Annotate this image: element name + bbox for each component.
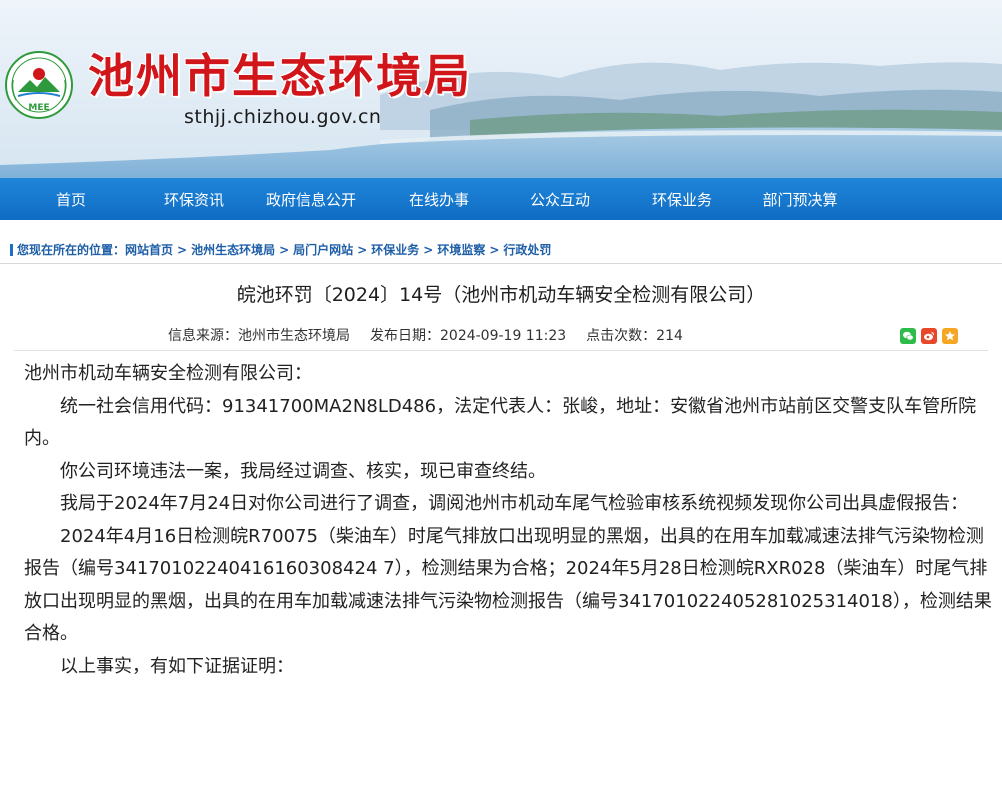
meta-divider (14, 350, 988, 351)
nav-item-gov-info[interactable]: 政府信息公开 (246, 189, 376, 210)
paragraph-addressee: 池州市机动车辆安全检测有限公司： (24, 363, 312, 384)
share-buttons (900, 328, 958, 344)
article-title: 皖池环罚〔2024〕14号（池州市机动车辆安全检测有限公司） (236, 284, 766, 306)
weibo-icon[interactable] (921, 328, 937, 344)
site-header: MEE 池州市生态环境局 sthjj.chizhou.gov.cn (0, 0, 1002, 178)
mee-logo: MEE (5, 51, 73, 119)
meta-date: 发布日期：2024-09-19 11:23 (370, 328, 567, 344)
breadcrumb-separator: > (423, 242, 434, 257)
breadcrumb: 您现在所在的位置： 网站首页 > 池州生态环境局 > 局门户网站 > 环保业务 … (0, 236, 1002, 264)
paragraph-case-closed: 你公司环境违法一案，我局经过调查、核实，现已审查终结。 (60, 460, 546, 482)
main-nav: 首页 环保资讯 政府信息公开 在线办事 公众互动 环保业务 部门预决算 (0, 178, 1002, 220)
nav-item-home[interactable]: 首页 (0, 189, 142, 210)
paragraph-investigation: 我局于2024年7月24日对你公司进行了调查，调阅池州市机动车尾气检验审核系统视… (60, 493, 969, 514)
site-domain: sthjj.chizhou.gov.cn (184, 106, 382, 128)
breadcrumb-separator: > (279, 242, 290, 257)
nav-item-budget[interactable]: 部门预决算 (746, 189, 854, 210)
nav-item-public-interaction[interactable]: 公众互动 (502, 189, 618, 210)
article-meta: 信息来源：池州市生态环境局 发布日期：2024-09-19 11:23 点击次数… (168, 325, 683, 345)
breadcrumb-label: 您现在所在的位置： (17, 243, 126, 257)
breadcrumb-portal[interactable]: 局门户网站 (293, 241, 353, 258)
breadcrumb-marker (10, 243, 13, 256)
article-body: 池州市机动车辆安全检测有限公司： 统一社会信用代码：91341700MA2N8L… (24, 358, 996, 683)
logo-text: MEE (28, 103, 49, 113)
breadcrumb-separator: > (489, 242, 500, 257)
wechat-icon[interactable] (900, 328, 916, 344)
breadcrumb-separator: > (177, 242, 188, 257)
breadcrumb-bureau[interactable]: 池州生态环境局 (191, 241, 275, 258)
breadcrumb-env-supervision[interactable]: 环境监察 (437, 241, 485, 258)
favorite-icon[interactable] (942, 328, 958, 344)
breadcrumb-separator: > (357, 242, 368, 257)
breadcrumb-home[interactable]: 网站首页 (125, 241, 173, 258)
nav-item-news[interactable]: 环保资讯 (142, 189, 246, 210)
nav-item-online-service[interactable]: 在线办事 (376, 189, 502, 210)
nav-item-env-business[interactable]: 环保业务 (618, 189, 746, 210)
paragraph-evidence: 以上事实，有如下证据证明： (60, 655, 294, 677)
site-title: 池州市生态环境局 (88, 49, 472, 103)
breadcrumb-env-business[interactable]: 环保业务 (371, 241, 419, 258)
breadcrumb-admin-penalty[interactable]: 行政处罚 (503, 241, 551, 258)
paragraph-violations: 2024年4月16日检测皖R70075（柴油车）时尾气排放口出现明显的黑烟，出具… (24, 525, 992, 645)
meta-clicks: 点击次数：214 (586, 328, 683, 344)
paragraph-credit-code: 统一社会信用代码：91341700MA2N8LD486，法定代表人：张峻，地址：… (24, 395, 977, 450)
meta-source: 信息来源：池州市生态环境局 (168, 328, 350, 344)
